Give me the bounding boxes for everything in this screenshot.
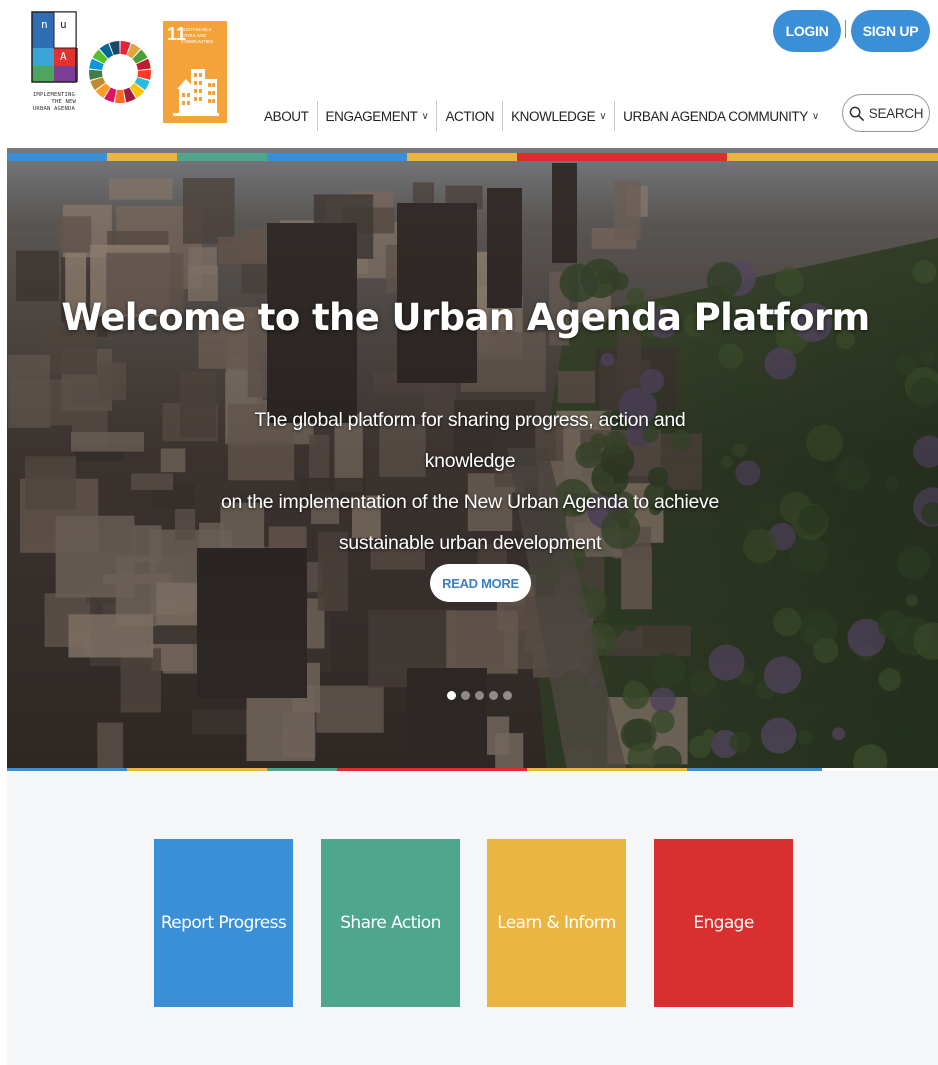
svg-text:n: n [41, 18, 48, 31]
share-action-card[interactable]: Share Action [321, 839, 460, 1007]
report-progress-card[interactable]: Report Progress [154, 839, 293, 1007]
read-more-button[interactable]: READ MORE [430, 564, 531, 602]
carousel-dot[interactable] [461, 691, 470, 700]
sdg11-logo: 11 SUSTAINABLE CITIES AND COMMUNITIES [163, 21, 227, 123]
signup-button[interactable]: SIGN UP [851, 10, 930, 52]
nav-knowledge[interactable]: KNOWLEDGE ∨ [503, 100, 614, 132]
engage-card[interactable]: Engage [654, 839, 793, 1007]
learn-inform-card[interactable]: Learn & Inform [487, 839, 626, 1007]
chevron-down-icon: ∨ [421, 110, 429, 122]
sdg-wheel-logo [89, 41, 151, 103]
carousel-dot[interactable] [447, 691, 456, 700]
main-nav: ABOUT ENGAGEMENT ∨ ACTION KNOWLEDGE ∨ URBA… [256, 100, 827, 132]
carousel-dot[interactable] [503, 691, 512, 700]
svg-text:A: A [60, 50, 67, 63]
search-label: SEARCH [868, 105, 924, 121]
carousel-dot[interactable] [489, 691, 498, 700]
chevron-down-icon: ∨ [599, 110, 607, 122]
search-button[interactable]: SEARCH [842, 94, 930, 132]
decorative-strip-top [7, 148, 938, 161]
chevron-down-icon: ∨ [811, 110, 819, 122]
nua-logo-mark: n u A [30, 10, 78, 84]
quick-links-section [7, 771, 938, 1065]
site-header: n u A IMPLEMENTING THE NEW URBAN AGENDA … [0, 0, 938, 148]
search-icon [849, 106, 864, 121]
auth-separator [845, 20, 846, 38]
nua-logo[interactable]: n u A IMPLEMENTING THE NEW URBAN AGENDA [28, 10, 80, 122]
hero-subtitle-line: on the implementation of the New Urban A… [220, 491, 720, 513]
nua-logo-text: IMPLEMENTING THE NEW URBAN AGENDA [32, 92, 76, 112]
nav-urban-agenda-community[interactable]: URBAN AGENDA COMMUNITY ∨ [615, 100, 827, 132]
nav-engagement[interactable]: ENGAGEMENT ∨ [318, 100, 437, 132]
carousel-dot[interactable] [475, 691, 484, 700]
login-button[interactable]: LOGIN [773, 10, 841, 52]
nav-about[interactable]: ABOUT [256, 100, 317, 132]
nav-action[interactable]: ACTION [437, 100, 502, 132]
carousel-dots [447, 691, 512, 700]
svg-text:u: u [60, 18, 67, 31]
hero-subtitle: The global platform for sharing progress… [210, 400, 730, 564]
hero-subtitle-line: sustainable urban development [338, 532, 602, 554]
hero-subtitle-line: The global platform for sharing progress… [254, 409, 686, 472]
hero-title: Welcome to the Urban Agenda Platform [61, 296, 870, 339]
decorative-strip-bottom [7, 763, 938, 771]
city-buildings-icon [173, 69, 219, 116]
